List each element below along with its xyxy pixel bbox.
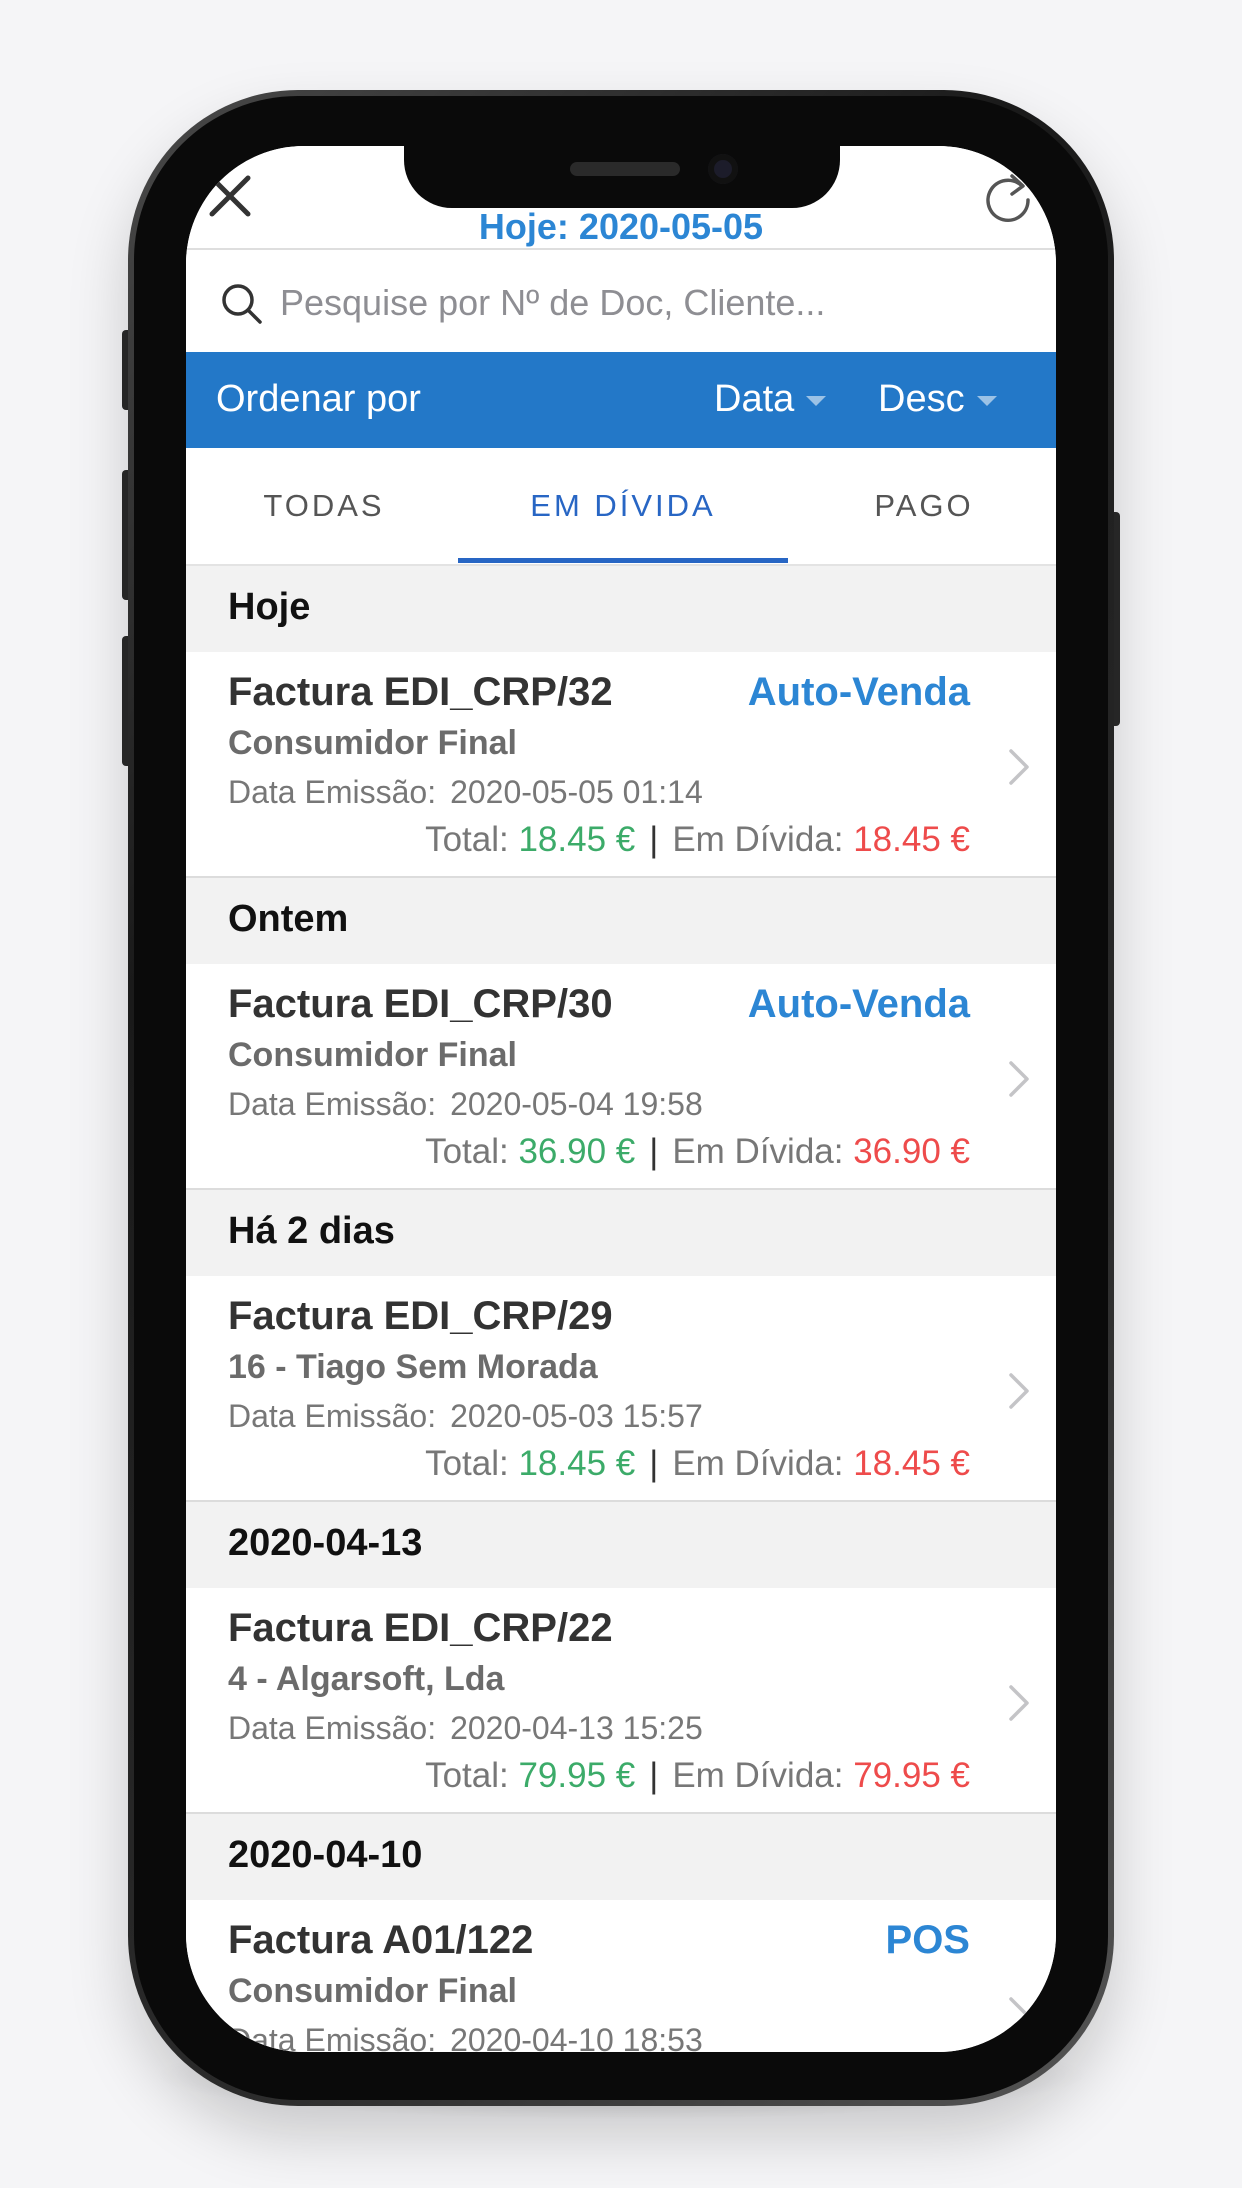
- section-header: 2020-04-13: [186, 1502, 1056, 1588]
- invoice-title: Factura EDI_CRP/29: [228, 1294, 613, 1338]
- invoice-client: Consumidor Final: [228, 724, 517, 762]
- invoice-issue-date: Data Emissão: 2020-05-04 19:58: [228, 1086, 703, 1123]
- amount-separator: |: [649, 820, 659, 859]
- chevron-right-icon: [1008, 1684, 1030, 1722]
- invoice-title: Factura A01/122: [228, 1918, 534, 1962]
- issue-date-value: 2020-05-05 01:14: [450, 774, 703, 810]
- total-label: Total:: [425, 1756, 509, 1795]
- tab-paid[interactable]: PAGO: [834, 488, 1014, 524]
- total-amount: 18.45 €: [518, 1444, 636, 1483]
- invoice-origin: POS: [885, 1918, 970, 1962]
- invoice-row[interactable]: Factura EDI_CRP/30 Auto-Venda Consumidor…: [186, 964, 1056, 1190]
- invoice-list: Hoje Factura EDI_CRP/32 Auto-Venda Consu…: [186, 566, 1056, 2052]
- invoice-title: Factura EDI_CRP/32: [228, 670, 613, 714]
- total-label: Total:: [425, 820, 509, 859]
- debt-label: Em Dívida:: [672, 1132, 844, 1171]
- invoice-client: Consumidor Final: [228, 1036, 517, 1074]
- invoice-row[interactable]: Factura A01/122 POS Consumidor Final Dat…: [186, 1900, 1056, 2052]
- invoice-origin: Auto-Venda: [747, 982, 970, 1026]
- section-header: Há 2 dias: [186, 1190, 1056, 1276]
- phone-screen: Hoje: 2020-05-05 Ordenar por Data Desc T…: [186, 146, 1056, 2052]
- issue-date-label: Data Emissão:: [228, 1398, 437, 1434]
- invoice-row[interactable]: Factura EDI_CRP/32 Auto-Venda Consumidor…: [186, 652, 1056, 878]
- invoice-issue-date: Data Emissão: 2020-05-03 15:57: [228, 1398, 703, 1435]
- chevron-down-icon: [976, 395, 997, 406]
- total-label: Total:: [425, 1444, 509, 1483]
- sort-field-value: Data: [714, 378, 795, 420]
- chevron-right-icon: [1008, 1060, 1030, 1098]
- sort-label: Ordenar por: [216, 378, 421, 420]
- invoice-amounts: Total: 79.95 € | Em Dívida: 79.95 €: [425, 1756, 970, 1796]
- invoice-issue-date: Data Emissão: 2020-04-10 18:53: [228, 2022, 703, 2052]
- today-date-label: Hoje: 2020-05-05: [478, 206, 764, 247]
- total-amount: 36.90 €: [518, 1132, 636, 1171]
- section-header: 2020-04-10: [186, 1814, 1056, 1900]
- issue-date-value: 2020-04-10 18:53: [450, 2022, 703, 2052]
- invoice-issue-date: Data Emissão: 2020-05-05 01:14: [228, 774, 703, 811]
- invoice-title: Factura EDI_CRP/22: [228, 1606, 613, 1650]
- invoice-row[interactable]: Factura EDI_CRP/22 4 - Algarsoft, Lda Da…: [186, 1588, 1056, 1814]
- notch: [404, 146, 840, 208]
- invoice-row[interactable]: Factura EDI_CRP/29 16 - Tiago Sem Morada…: [186, 1276, 1056, 1502]
- chevron-right-icon: [1008, 748, 1030, 786]
- invoice-amounts: Total: 18.45 € | Em Dívida: 18.45 €: [425, 820, 970, 860]
- section-header: Hoje: [186, 566, 1056, 652]
- invoice-client: Consumidor Final: [228, 1972, 517, 2010]
- total-amount: 79.95 €: [518, 1756, 636, 1795]
- section-header: Ontem: [186, 878, 1056, 964]
- invoice-amounts: Total: 18.45 € | Em Dívida: 18.45 €: [425, 1444, 970, 1484]
- issue-date-label: Data Emissão:: [228, 2022, 437, 2052]
- debt-label: Em Dívida:: [672, 1756, 844, 1795]
- sort-order-dropdown[interactable]: Desc: [878, 378, 997, 421]
- issue-date-label: Data Emissão:: [228, 774, 437, 810]
- filter-tabs: TODAS EM DÍVIDA PAGO: [186, 448, 1056, 566]
- debt-amount: 18.45 €: [853, 1444, 970, 1483]
- invoice-issue-date: Data Emissão: 2020-04-13 15:25: [228, 1710, 703, 1747]
- issue-date-label: Data Emissão:: [228, 1086, 437, 1122]
- debt-amount: 36.90 €: [853, 1132, 970, 1171]
- issue-date-value: 2020-04-13 15:25: [450, 1710, 703, 1746]
- tab-all[interactable]: TODAS: [234, 488, 414, 524]
- amount-separator: |: [649, 1756, 659, 1795]
- front-camera: [708, 154, 738, 184]
- total-label: Total:: [425, 1132, 509, 1171]
- debt-label: Em Dívida:: [672, 1444, 844, 1483]
- search-icon: [220, 282, 264, 326]
- sort-order-value: Desc: [878, 378, 965, 420]
- invoice-amounts: Total: 36.90 € | Em Dívida: 36.90 €: [425, 1132, 970, 1172]
- issue-date-label: Data Emissão:: [228, 1710, 437, 1746]
- sort-field-dropdown[interactable]: Data: [714, 378, 827, 421]
- debt-label: Em Dívida:: [672, 820, 844, 859]
- invoice-title: Factura EDI_CRP/30: [228, 982, 613, 1026]
- debt-amount: 79.95 €: [853, 1756, 970, 1795]
- sort-bar: Ordenar por Data Desc: [186, 352, 1056, 448]
- issue-date-value: 2020-05-04 19:58: [450, 1086, 703, 1122]
- chevron-down-icon: [806, 395, 827, 406]
- amount-separator: |: [649, 1132, 659, 1171]
- active-tab-indicator: [458, 558, 788, 563]
- issue-date-value: 2020-05-03 15:57: [450, 1398, 703, 1434]
- chevron-right-icon: [1008, 1996, 1030, 2034]
- invoice-client: 16 - Tiago Sem Morada: [228, 1348, 598, 1386]
- search-bar: [186, 248, 1056, 352]
- tab-in-debt[interactable]: EM DÍVIDA: [458, 488, 788, 524]
- invoice-origin: Auto-Venda: [747, 670, 970, 714]
- speaker-grille: [570, 162, 680, 176]
- debt-amount: 18.45 €: [853, 820, 970, 859]
- chevron-right-icon: [1008, 1372, 1030, 1410]
- search-input[interactable]: [278, 272, 1022, 334]
- total-amount: 18.45 €: [518, 820, 636, 859]
- invoice-client: 4 - Algarsoft, Lda: [228, 1660, 505, 1698]
- amount-separator: |: [649, 1444, 659, 1483]
